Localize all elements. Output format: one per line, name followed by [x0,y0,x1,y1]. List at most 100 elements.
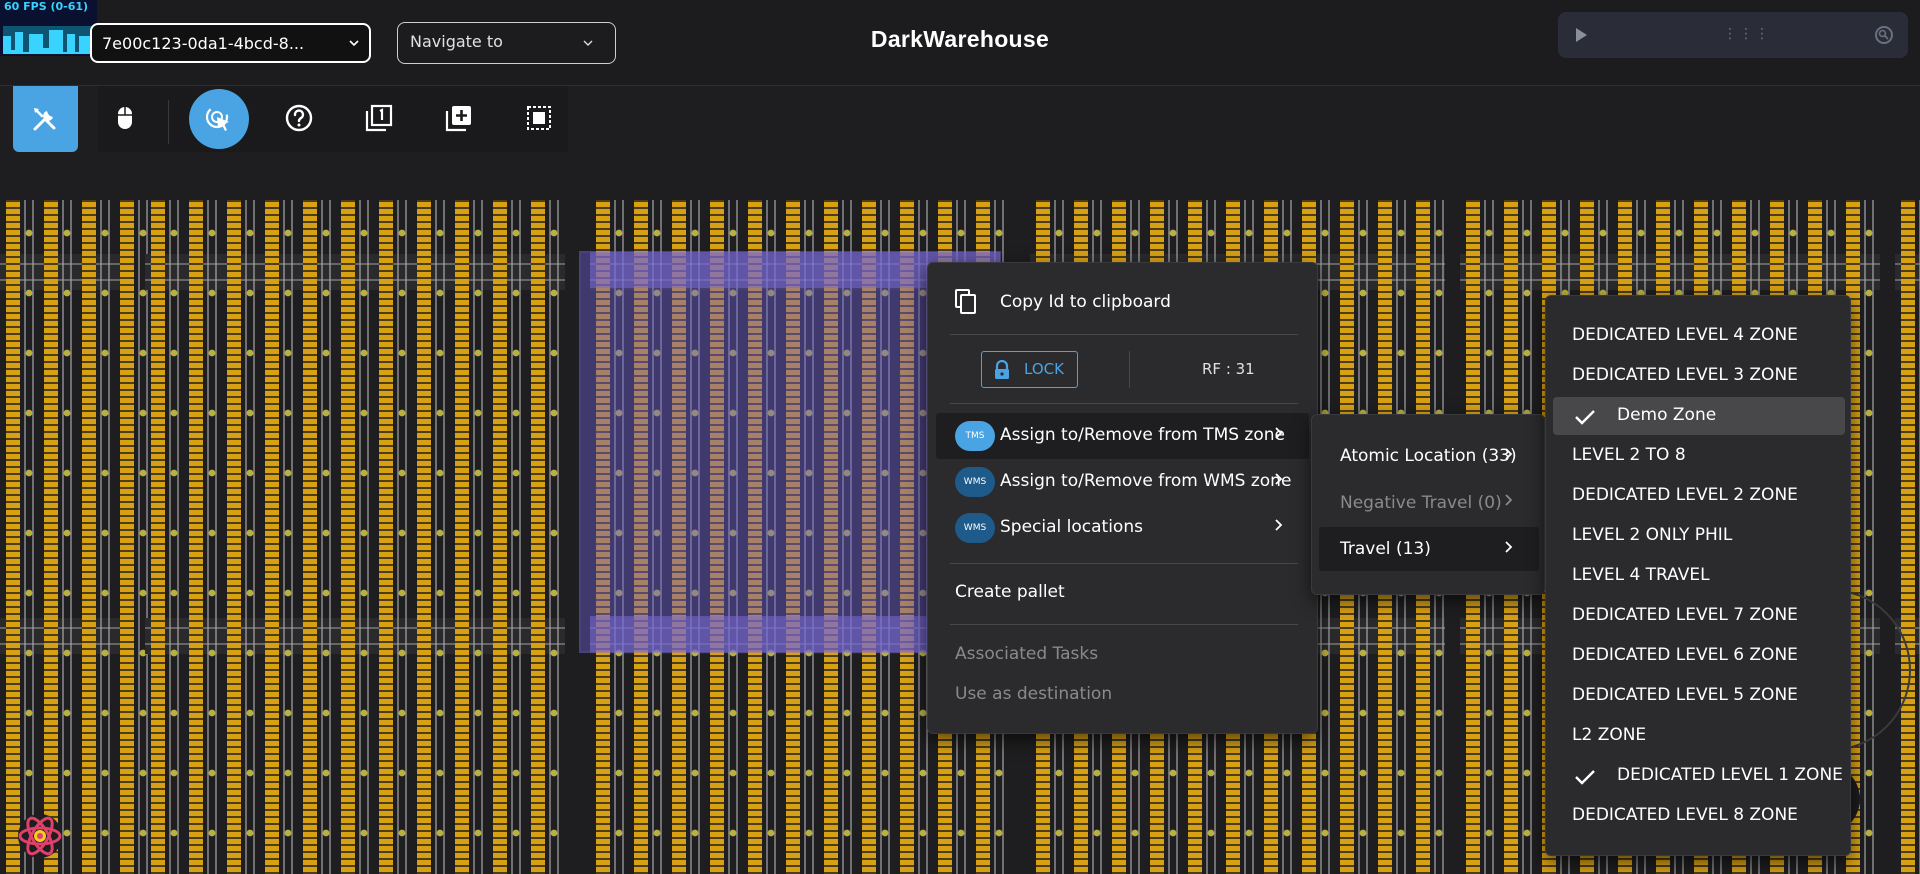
location-dot [436,409,444,417]
location-dot [436,349,444,357]
location-dot [170,649,178,657]
location-dot [63,349,71,357]
location-dot [436,829,444,837]
location-dot [208,289,216,297]
location-dot [1169,229,1177,237]
location-dot [615,229,623,237]
location-dot [474,409,482,417]
location-dot [1637,229,1645,237]
location-dot [957,829,965,837]
location-dot [1321,709,1329,717]
location-dot [246,289,254,297]
location-dot [101,829,109,837]
location-dot [139,469,147,477]
location-dot [691,229,699,237]
location-dot [1397,709,1405,717]
location-dot [995,829,1003,837]
location-dot [208,649,216,657]
location-dot [25,769,33,777]
location-dot [170,589,178,597]
location-dot [139,589,147,597]
location-dot [246,349,254,357]
location-dot [25,229,33,237]
location-dot [1435,649,1443,657]
location-dot [1523,229,1531,237]
location-dot [63,229,71,237]
location-dot [1093,229,1101,237]
location-dot [1359,769,1367,777]
location-dot [1283,769,1291,777]
location-dot [957,769,965,777]
location-dot [208,229,216,237]
location-dot [512,649,520,657]
location-dot [284,829,292,837]
location-dot [550,289,558,297]
location-dot [139,529,147,537]
location-dot [550,229,558,237]
location-dot [360,289,368,297]
location-dot [1485,769,1493,777]
location-dot [805,709,813,717]
location-dot [1321,649,1329,657]
location-dot [1207,829,1215,837]
location-dot [360,709,368,717]
location-dot [1359,649,1367,657]
location-dot [550,829,558,837]
location-dot [843,769,851,777]
location-dot [1599,229,1607,237]
location-dot [919,769,927,777]
location-dot [208,469,216,477]
location-dot [1359,349,1367,357]
location-dot [1169,829,1177,837]
location-dot [1523,289,1531,297]
location-dot [729,829,737,837]
location-dot [805,829,813,837]
location-dot [436,709,444,717]
location-dot [881,829,889,837]
location-dot [101,529,109,537]
location-dot [729,709,737,717]
location-dot [322,229,330,237]
location-dot [615,829,623,837]
location-dot [550,649,558,657]
location-dot [139,229,147,237]
location-dot [398,409,406,417]
location-dot [1283,229,1291,237]
location-dot [474,469,482,477]
location-dot [653,229,661,237]
location-dot [1485,229,1493,237]
location-dot [139,409,147,417]
location-dot [615,709,623,717]
location-dot [550,589,558,597]
location-dot [1245,769,1253,777]
location-dot [1397,829,1405,837]
location-dot [653,709,661,717]
location-dot [615,769,623,777]
location-dot [398,469,406,477]
location-dot [995,769,1003,777]
location-dot [805,229,813,237]
location-dot [284,709,292,717]
location-dot [208,709,216,717]
location-dot [995,229,1003,237]
location-dot [398,529,406,537]
location-dot [170,229,178,237]
location-dot [63,589,71,597]
location-dot [101,649,109,657]
location-dot [101,289,109,297]
location-dot [398,289,406,297]
location-dot [1321,289,1329,297]
location-dot [139,829,147,837]
location-dot [653,829,661,837]
location-dot [398,349,406,357]
location-dot [1397,769,1405,777]
location-dot [170,769,178,777]
location-dot [25,529,33,537]
location-dot [322,289,330,297]
location-dot [436,769,444,777]
location-dot [1485,709,1493,717]
location-dot [767,229,775,237]
location-dot [63,709,71,717]
location-dot [1523,769,1531,777]
location-dot [1321,769,1329,777]
